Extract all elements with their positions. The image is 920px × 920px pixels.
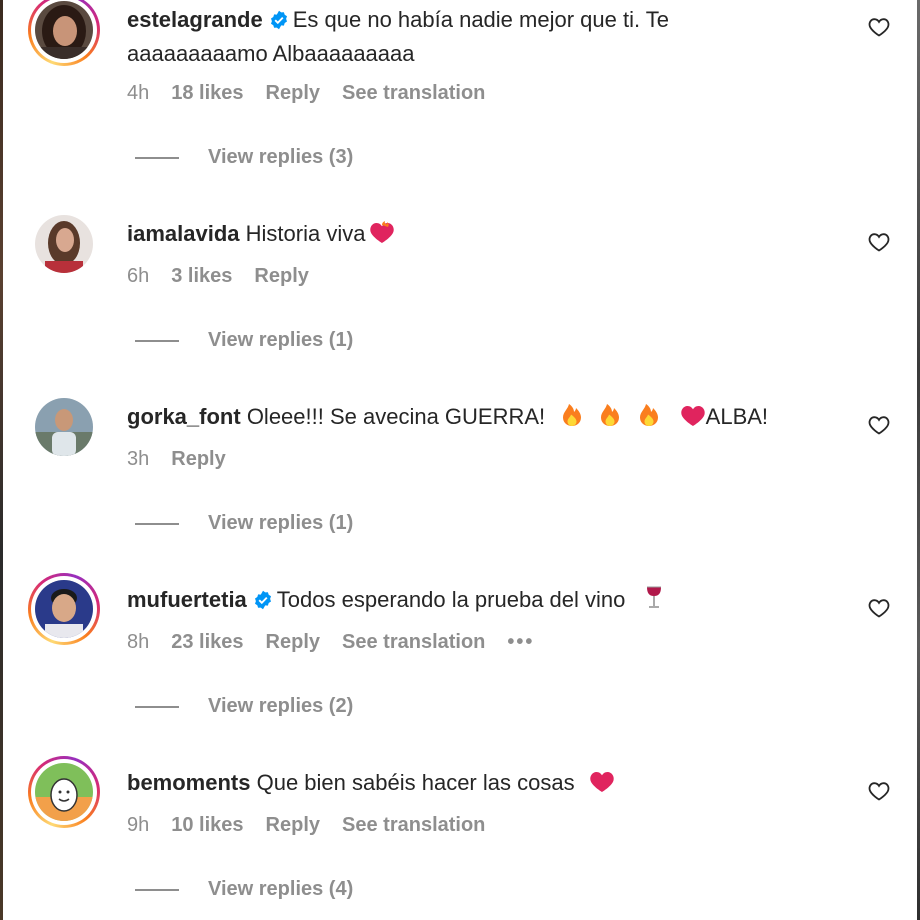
view-replies-button[interactable]: View replies (2): [135, 695, 353, 718]
red-heart-icon: [680, 403, 706, 435]
comments-panel: estelagrande Es que no había nadie mejor …: [3, 0, 917, 920]
avatar-egg-logo-icon: [35, 763, 93, 821]
more-options-button[interactable]: •••: [507, 631, 534, 654]
username[interactable]: bemoments: [127, 770, 250, 795]
red-heart-icon: [589, 769, 615, 801]
comment-item: mufuertetia Todos esperando la prueba del…: [3, 549, 917, 732]
username[interactable]: estelagrande: [127, 7, 263, 32]
divider-line: [135, 522, 179, 525]
view-replies-label: View replies (1): [208, 329, 354, 351]
timestamp[interactable]: 4h: [127, 82, 149, 105]
fire-icon: [638, 403, 660, 435]
likes-count[interactable]: 10 likes: [171, 814, 243, 837]
username[interactable]: mufuertetia: [127, 587, 247, 612]
heart-on-fire-icon: [369, 220, 395, 252]
heart-outline-icon[interactable]: [867, 779, 891, 803]
comment-body: Historia viva: [245, 221, 366, 246]
likes-count[interactable]: 3 likes: [171, 265, 232, 288]
fire-icon: [599, 403, 621, 435]
divider-line: [135, 339, 179, 342]
comment-body: Que bien sabéis hacer las cosas: [256, 770, 575, 795]
reply-button[interactable]: Reply: [254, 265, 308, 288]
comment-meta: 9h 10 likes Reply See translation: [127, 814, 485, 837]
see-translation-button[interactable]: See translation: [342, 814, 485, 837]
likes-count[interactable]: 18 likes: [171, 82, 243, 105]
avatar-long-hair-icon: [35, 215, 93, 273]
timestamp[interactable]: 6h: [127, 265, 149, 288]
comment-meta: 4h 18 likes Reply See translation: [127, 82, 485, 105]
comment-body: Oleee!!! Se avecina GUERRA!: [246, 404, 546, 429]
reply-button[interactable]: Reply: [266, 814, 320, 837]
username[interactable]: gorka_font: [127, 404, 241, 429]
avatar[interactable]: [28, 0, 100, 66]
comment-item: bemoments Que bien sabéis hacer las cosa…: [3, 732, 917, 915]
reply-button[interactable]: Reply: [266, 631, 320, 654]
comment-text: bemoments Que bien sabéis hacer las cosa…: [127, 767, 817, 801]
view-replies-button[interactable]: View replies (1): [135, 329, 353, 352]
username[interactable]: iamalavida: [127, 221, 240, 246]
divider-line: [135, 888, 179, 891]
comment-body: Es que no había nadie mejor que ti. Te: [292, 7, 670, 32]
view-replies-button[interactable]: View replies (1): [135, 512, 353, 535]
avatar[interactable]: [28, 391, 100, 463]
comment-item: iamalavida Historia viva 6h 3 likes Repl…: [3, 183, 917, 366]
likes-count[interactable]: 23 likes: [171, 631, 243, 654]
divider-line: [135, 156, 179, 159]
avatar[interactable]: [28, 573, 100, 645]
avatar-woman-dark-hair-icon: [35, 1, 93, 59]
fire-icon: [561, 403, 583, 435]
view-replies-button[interactable]: View replies (4): [135, 878, 353, 901]
view-replies-label: View replies (4): [208, 878, 354, 900]
view-replies-label: View replies (3): [208, 146, 354, 168]
comment-text: mufuertetia Todos esperando la prueba del…: [127, 584, 817, 618]
wine-glass-icon: [644, 586, 664, 618]
comment-text: gorka_font Oleee!!! Se avecina GUERRA! A…: [127, 401, 817, 435]
timestamp[interactable]: 8h: [127, 631, 149, 654]
comment-meta: 8h 23 likes Reply See translation •••: [127, 631, 534, 654]
view-replies-label: View replies (2): [208, 695, 354, 717]
see-translation-button[interactable]: See translation: [342, 631, 485, 654]
verified-badge-icon: [269, 7, 289, 38]
comment-text: estelagrande Es que no había nadie mejor …: [127, 4, 817, 69]
comment-meta: 6h 3 likes Reply: [127, 265, 309, 288]
divider-line: [135, 705, 179, 708]
comment-body-line2: aaaaaaaaamo Albaaaaaaaaa: [127, 41, 415, 66]
avatar[interactable]: [28, 208, 100, 280]
heart-outline-icon[interactable]: [867, 15, 891, 39]
see-translation-button[interactable]: See translation: [342, 82, 485, 105]
view-replies-label: View replies (1): [208, 512, 354, 534]
timestamp[interactable]: 9h: [127, 814, 149, 837]
comment-meta: 3h Reply: [127, 448, 226, 471]
comment-body-end: ALBA!: [705, 404, 769, 429]
comment-item: gorka_font Oleee!!! Se avecina GUERRA! A…: [3, 366, 917, 549]
heart-outline-icon[interactable]: [867, 596, 891, 620]
reply-button[interactable]: Reply: [171, 448, 225, 471]
avatar-man-outdoor-icon: [35, 398, 93, 456]
comment-body: Todos esperando la prueba del vino: [276, 587, 626, 612]
view-replies-button[interactable]: View replies (3): [135, 146, 353, 169]
heart-outline-icon[interactable]: [867, 413, 891, 437]
comment-text: iamalavida Historia viva: [127, 218, 817, 252]
verified-badge-icon: [253, 587, 273, 618]
reply-button[interactable]: Reply: [266, 82, 320, 105]
comment-item: estelagrande Es que no había nadie mejor …: [3, 0, 917, 183]
avatar[interactable]: [28, 756, 100, 828]
heart-outline-icon[interactable]: [867, 230, 891, 254]
timestamp[interactable]: 3h: [127, 448, 149, 471]
avatar-man-smiling-icon: [35, 580, 93, 638]
